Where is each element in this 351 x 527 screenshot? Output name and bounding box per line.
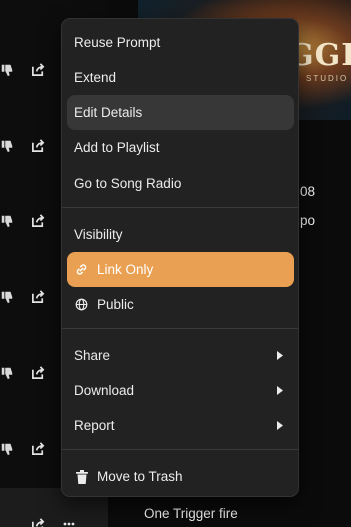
- menu-item-share[interactable]: Share: [67, 338, 294, 373]
- menu-section-label: Visibility: [74, 227, 123, 242]
- song-row-actions: [0, 137, 60, 157]
- menu-item-label: Report: [74, 418, 115, 433]
- song-meta-peek: 08: [300, 184, 316, 199]
- menu-item-move-to-trash[interactable]: Move to Trash: [67, 459, 294, 494]
- share-icon[interactable]: [31, 441, 46, 456]
- chevron-right-icon: [277, 386, 283, 395]
- share-icon[interactable]: [31, 138, 46, 153]
- thumbs-down-icon[interactable]: [0, 139, 14, 153]
- thumbs-down-icon[interactable]: [0, 214, 14, 228]
- menu-item-add-to-playlist[interactable]: Add to Playlist: [67, 130, 294, 165]
- menu-item-download[interactable]: Download: [67, 373, 294, 408]
- menu-item-label: Edit Details: [74, 105, 143, 120]
- menu-item-label: Move to Trash: [97, 469, 183, 484]
- song-context-menu: Reuse Prompt Extend Edit Details Add to …: [61, 18, 299, 497]
- menu-item-label: Go to Song Radio: [74, 176, 182, 191]
- menu-item-go-to-song-radio[interactable]: Go to Song Radio: [67, 166, 294, 201]
- share-icon[interactable]: [31, 365, 46, 380]
- menu-item-report[interactable]: Report: [67, 408, 294, 443]
- song-title-peek[interactable]: One Trigger fire: [144, 506, 238, 521]
- share-icon[interactable]: [31, 213, 46, 228]
- menu-divider: [62, 449, 298, 450]
- link-icon: [74, 262, 89, 277]
- share-icon[interactable]: [31, 289, 46, 304]
- menu-item-link-only[interactable]: Link Only: [67, 252, 294, 287]
- song-row-actions: [0, 364, 60, 384]
- song-row-actions: [0, 516, 75, 527]
- menu-item-edit-details[interactable]: Edit Details: [67, 95, 294, 130]
- share-icon[interactable]: [31, 62, 46, 77]
- song-meta-peek: po: [300, 213, 316, 228]
- menu-item-label: Link Only: [97, 262, 154, 277]
- share-icon[interactable]: [31, 517, 46, 527]
- cover-art-subtitle: STUDIO: [306, 74, 349, 83]
- thumbs-down-icon[interactable]: [0, 442, 14, 456]
- chevron-right-icon: [277, 351, 283, 360]
- song-row-actions: [0, 212, 60, 232]
- thumbs-down-icon[interactable]: [0, 63, 14, 77]
- song-row-actions: [0, 440, 60, 460]
- menu-item-label: Public: [97, 297, 134, 312]
- menu-item-label: Share: [74, 348, 111, 363]
- app-stage: GGE STUDIO 08 po One Trigger fire Reuse …: [0, 0, 351, 527]
- globe-icon: [74, 297, 89, 312]
- menu-item-reuse-prompt[interactable]: Reuse Prompt: [67, 25, 294, 60]
- menu-divider: [62, 207, 298, 208]
- more-options-icon[interactable]: [63, 522, 75, 526]
- thumbs-down-icon[interactable]: [0, 366, 14, 380]
- chevron-right-icon: [277, 421, 283, 430]
- menu-item-label: Add to Playlist: [74, 140, 160, 155]
- menu-item-public[interactable]: Public: [67, 287, 294, 322]
- menu-item-label: Reuse Prompt: [74, 35, 161, 50]
- song-row-actions: [0, 61, 60, 81]
- thumbs-down-icon[interactable]: [0, 290, 14, 304]
- menu-item-label: Extend: [74, 70, 117, 85]
- menu-divider: [62, 328, 298, 329]
- visibility-section-label: Visibility: [67, 217, 294, 252]
- menu-item-extend[interactable]: Extend: [67, 60, 294, 95]
- menu-item-label: Download: [74, 383, 135, 398]
- trash-icon: [74, 469, 89, 484]
- song-row-actions: [0, 288, 60, 308]
